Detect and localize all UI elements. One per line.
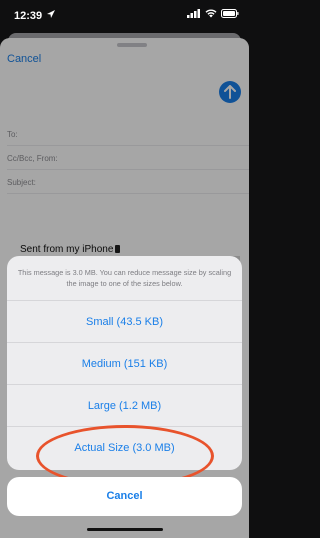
home-indicator[interactable] bbox=[87, 528, 163, 531]
option-large[interactable]: Large (1.2 MB) bbox=[7, 385, 242, 427]
wifi-icon bbox=[205, 9, 217, 18]
status-bar: 12:39 bbox=[0, 0, 249, 30]
battery-icon bbox=[221, 9, 239, 18]
action-sheet-cancel-button[interactable]: Cancel bbox=[7, 477, 242, 516]
status-time: 12:39 bbox=[14, 10, 43, 22]
location-arrow-icon bbox=[47, 10, 55, 18]
status-icons bbox=[187, 9, 239, 18]
option-small[interactable]: Small (43.5 KB) bbox=[7, 301, 242, 343]
action-sheet-message: This message is 3.0 MB. You can reduce m… bbox=[7, 256, 242, 301]
signal-icon bbox=[187, 9, 200, 18]
option-medium[interactable]: Medium (151 KB) bbox=[7, 343, 242, 385]
